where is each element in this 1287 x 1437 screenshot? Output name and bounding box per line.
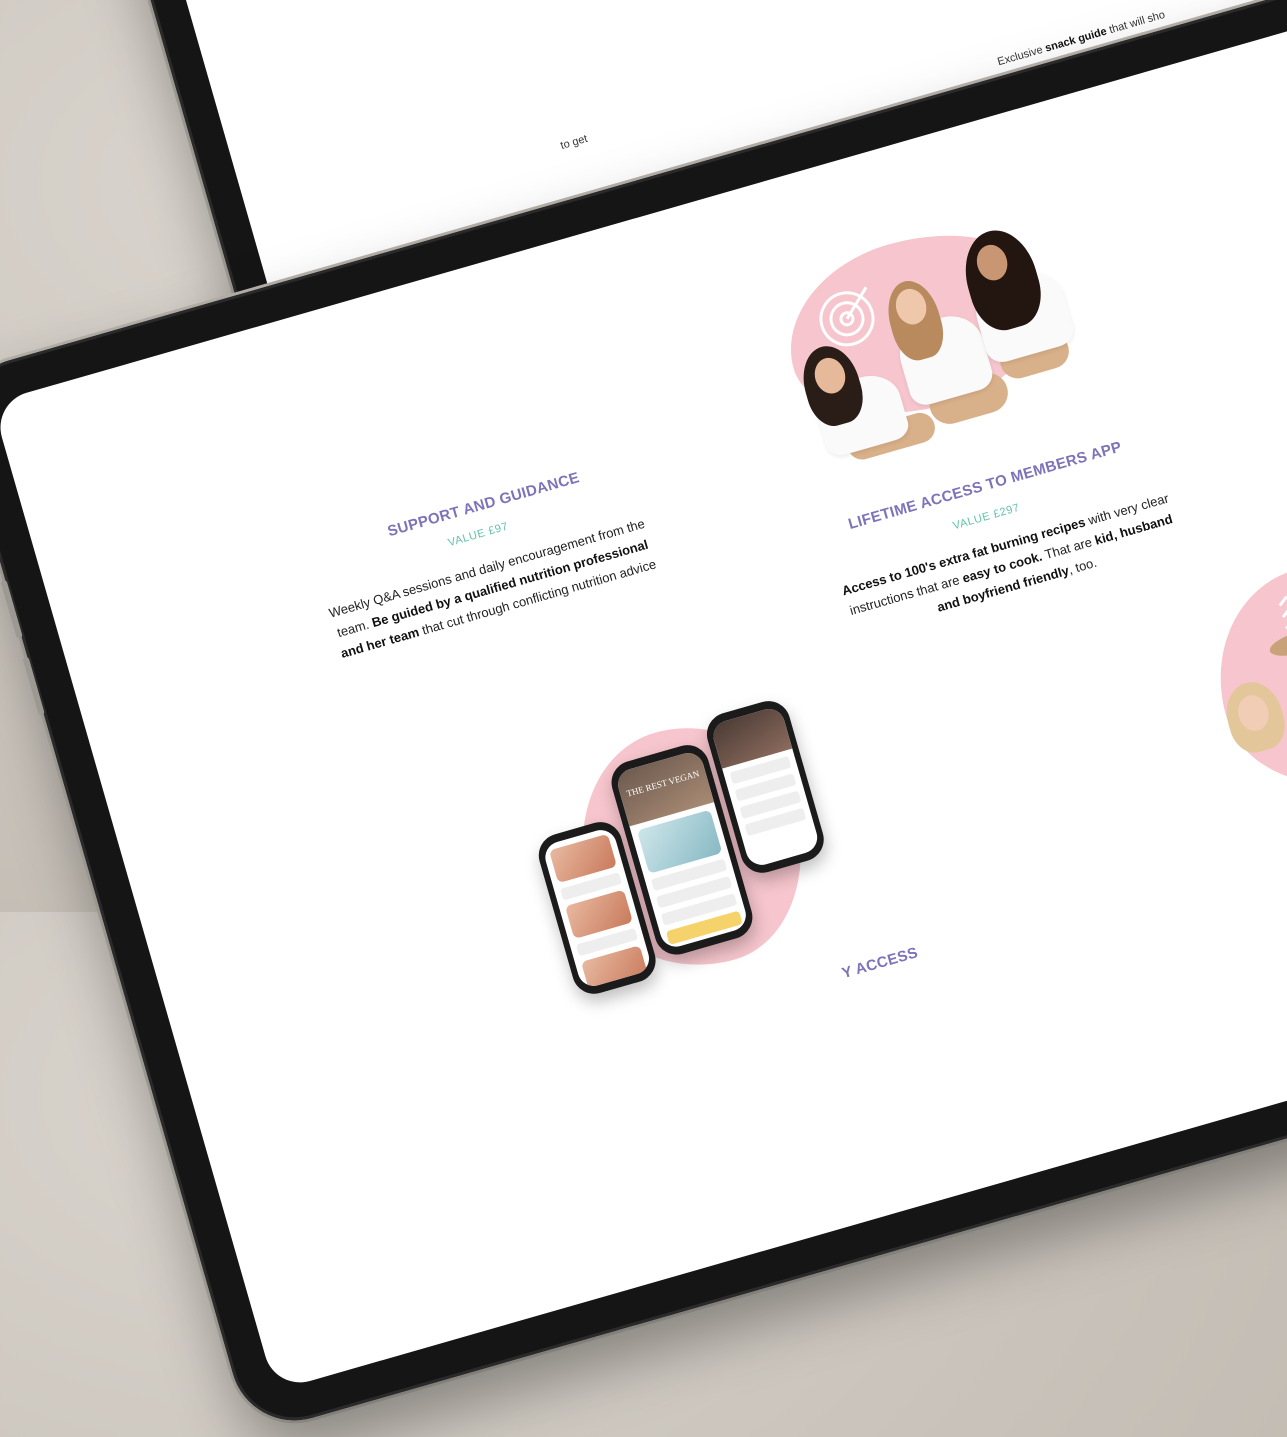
front-tablet: SUPPORT AND GUIDANCE VALUE £97 Weekly Q&… [0, 0, 1287, 1436]
volume-down-button [22, 656, 45, 716]
volume-up-button [0, 579, 23, 639]
support-value: VALUE £97 [446, 520, 510, 550]
bottom-section-title: Y ACCESS [840, 944, 920, 983]
bottom-pink-blob [1192, 538, 1287, 811]
bottom-right-photo [1154, 538, 1287, 861]
members-app-value: VALUE £297 [951, 501, 1022, 533]
back-top-text: to get [559, 132, 589, 152]
front-tablet-screen: SUPPORT AND GUIDANCE VALUE £97 Weekly Q&… [0, 9, 1287, 1391]
